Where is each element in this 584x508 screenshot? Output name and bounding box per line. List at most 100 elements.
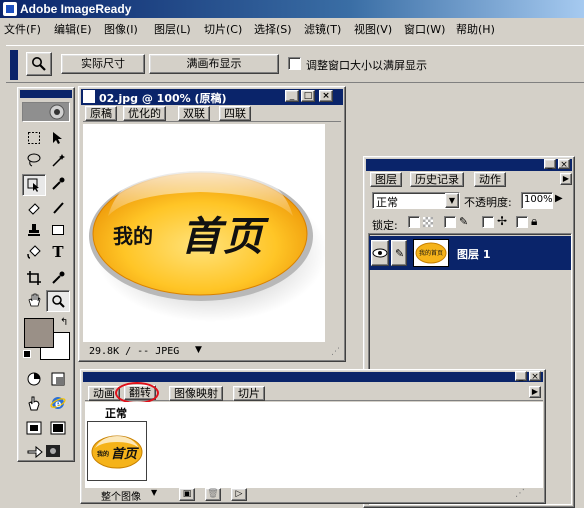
slice-visibility-button[interactable] xyxy=(46,368,70,390)
tool-palette-titlebar[interactable] xyxy=(20,90,72,98)
play-preview-button[interactable]: ▷ xyxy=(231,488,247,501)
minimize-button[interactable]: _ xyxy=(285,90,299,102)
menu-window[interactable]: 窗口(W) xyxy=(404,21,445,37)
blend-mode-value: 正常 xyxy=(376,196,398,209)
options-bar-grip[interactable] xyxy=(10,50,18,80)
rollover-preview-button[interactable] xyxy=(22,392,46,414)
tab-optimized[interactable]: 优化的 xyxy=(123,106,166,121)
eyedropper-tool-2[interactable] xyxy=(46,268,70,290)
lasso-icon xyxy=(27,153,41,167)
ie-browser-icon: e xyxy=(50,397,66,410)
resize-grip-icon[interactable]: ⋰ xyxy=(331,347,340,357)
resize-windows-checkbox[interactable] xyxy=(288,57,301,70)
blend-mode-select[interactable]: 正常 ▼ xyxy=(372,192,460,209)
layers-minimize-button[interactable]: _ xyxy=(544,159,556,170)
eraser-tool[interactable] xyxy=(22,198,46,220)
new-state-button[interactable]: ▣ xyxy=(179,488,195,501)
layer-brush-toggle[interactable]: ✎ xyxy=(391,240,407,266)
document-status: 29.8K / -- JPEG ▼ xyxy=(83,345,209,359)
opacity-input[interactable]: 100% xyxy=(521,192,553,209)
tab-2up[interactable]: 双联 xyxy=(178,106,210,121)
stamp-tool[interactable] xyxy=(22,220,46,242)
tab-history[interactable]: 历史记录 xyxy=(410,172,464,187)
jump-to-photoshop-button[interactable] xyxy=(22,440,70,462)
zoom-tool[interactable] xyxy=(46,290,70,312)
lasso-tool[interactable] xyxy=(22,150,46,172)
document-canvas[interactable]: 我的 首页 xyxy=(83,124,327,342)
options-bar: 实际尺寸 满画布显示 调整窗口大小以满屏显示 xyxy=(6,45,584,83)
menu-filter[interactable]: 滤镜(T) xyxy=(304,21,341,37)
type-tool[interactable]: T xyxy=(46,242,70,264)
rollover-tab-highlight-circle xyxy=(115,382,159,404)
maximize-button[interactable]: □ xyxy=(301,90,315,102)
tab-original[interactable]: 原稿 xyxy=(85,106,117,121)
lock-transparency-checkbox[interactable] xyxy=(408,216,420,228)
rollover-thumb-text-large: 首页 xyxy=(111,447,138,462)
preview-in-browser-button[interactable]: e xyxy=(46,392,70,414)
menu-view[interactable]: 视图(V) xyxy=(354,21,392,37)
rollover-panel: _ × 动画 翻转 图像映射 切片 ▶ 正常 我的 首页 整个图像 ▼ ▣ 🗑︎… xyxy=(80,369,546,504)
layers-panel-titlebar[interactable] xyxy=(366,159,572,171)
menu-file[interactable]: 文件(F) xyxy=(4,21,41,37)
layer-thumb-text: 我的首页 xyxy=(419,250,444,257)
pencil-tool[interactable] xyxy=(46,198,70,220)
brush-lock-icon: ✎ xyxy=(459,215,469,228)
rollover-resize-grip-icon[interactable]: ⋰ xyxy=(515,488,525,499)
layers-menu-button[interactable]: ▶ xyxy=(560,173,572,185)
tool-palette: T ↰ e xyxy=(17,87,75,462)
menu-layer[interactable]: 图层(L) xyxy=(154,21,191,37)
menu-select[interactable]: 选择(S) xyxy=(254,21,292,37)
app-title-bar: Adobe ImageReady xyxy=(0,0,584,18)
lock-position-checkbox[interactable] xyxy=(482,216,494,228)
lock-all-checkbox[interactable] xyxy=(516,216,528,228)
screen-mode-standard[interactable] xyxy=(22,418,46,440)
layer-visibility-toggle[interactable] xyxy=(371,240,389,266)
delete-state-button[interactable]: 🗑︎ xyxy=(205,488,221,501)
layer-thumbnail: 我的首页 xyxy=(413,239,449,267)
screen-mode-full[interactable] xyxy=(46,418,70,440)
fit-on-screen-button[interactable]: 满画布显示 xyxy=(149,54,279,74)
tab-4up[interactable]: 四联 xyxy=(219,106,251,121)
blend-mode-dropdown-icon[interactable]: ▼ xyxy=(445,193,459,208)
swap-colors-icon[interactable]: ↰ xyxy=(60,317,68,328)
tab-actions[interactable]: 动作 xyxy=(474,172,506,187)
hand-tool[interactable] xyxy=(22,290,46,312)
opacity-value: 100% xyxy=(524,194,553,205)
tab-image-map[interactable]: 图像映射 xyxy=(169,386,223,401)
menu-slices[interactable]: 切片(C) xyxy=(204,21,242,37)
rollover-state-label: 正常 xyxy=(105,407,127,420)
close-button[interactable]: × xyxy=(319,90,333,102)
opacity-slider-icon[interactable]: ▶ xyxy=(555,193,563,204)
magic-wand-tool[interactable] xyxy=(46,150,70,172)
rollover-state-thumbnail[interactable]: 我的 首页 xyxy=(87,421,147,481)
layers-close-button[interactable]: × xyxy=(558,159,570,170)
tab-layers[interactable]: 图层 xyxy=(370,172,402,187)
marquee-tool[interactable] xyxy=(22,128,46,150)
eye-icon xyxy=(372,248,388,258)
padlock-icon: 🔒︎ xyxy=(531,214,538,228)
eyedropper-tool[interactable] xyxy=(46,174,70,196)
rollover-minimize-button[interactable]: _ xyxy=(515,371,527,382)
menu-image[interactable]: 图像(I) xyxy=(104,21,138,37)
rollover-menu-button[interactable]: ▶ xyxy=(529,386,541,398)
default-colors-icon[interactable] xyxy=(23,350,31,358)
paint-bucket-tool[interactable] xyxy=(22,242,46,264)
tab-slices[interactable]: 切片 xyxy=(233,386,265,401)
menu-help[interactable]: 帮助(H) xyxy=(456,21,495,37)
menu-edit[interactable]: 编辑(E) xyxy=(54,21,92,37)
standard-mode-button[interactable] xyxy=(22,368,46,390)
rollover-target-select[interactable]: 整个图像 ▼ xyxy=(87,488,175,503)
lock-label: 锁定: xyxy=(372,219,398,232)
zoom-tool-preset[interactable] xyxy=(26,52,52,76)
rollover-thumb-text-small: 我的 xyxy=(97,451,110,458)
move-tool[interactable] xyxy=(46,128,70,150)
slice-select-tool[interactable] xyxy=(22,174,46,196)
rectangle-tool[interactable] xyxy=(46,220,70,242)
status-dropdown-icon[interactable]: ▼ xyxy=(195,345,202,355)
crop-tool[interactable] xyxy=(22,268,46,290)
lock-image-checkbox[interactable] xyxy=(444,216,456,228)
rollover-close-button[interactable]: × xyxy=(529,371,541,382)
actual-pixels-button[interactable]: 实际尺寸 xyxy=(61,54,145,74)
layer-row[interactable]: ✎ 我的首页 图层 1 xyxy=(369,236,571,270)
rollover-panel-titlebar[interactable] xyxy=(83,372,543,382)
